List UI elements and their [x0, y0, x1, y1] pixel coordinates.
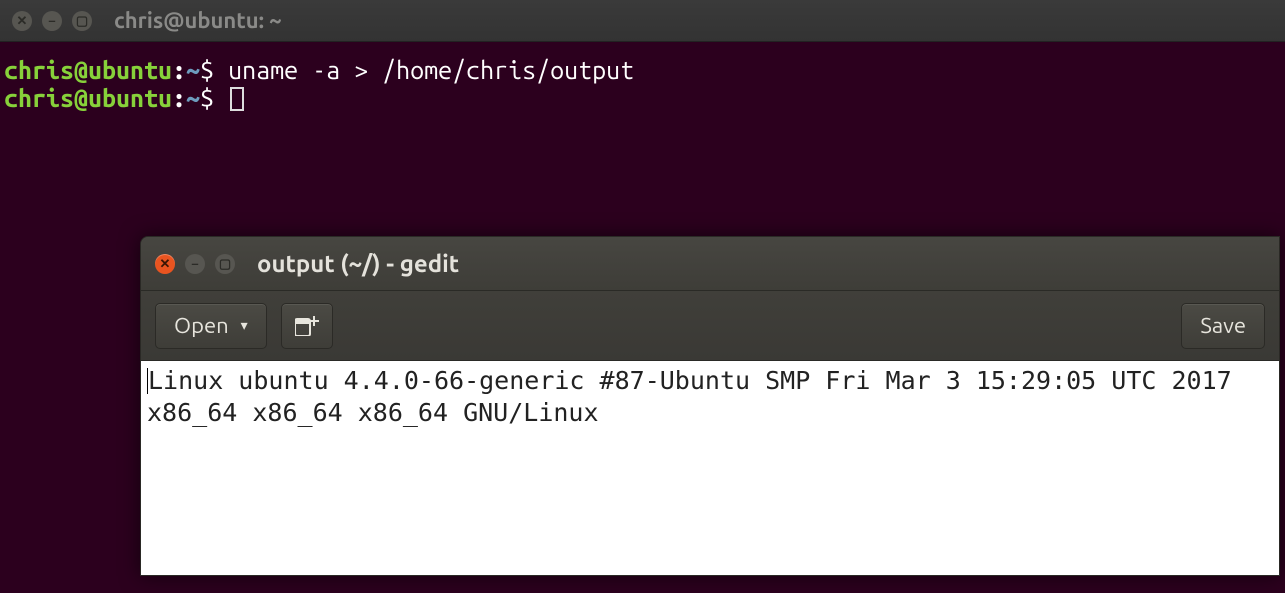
- prompt-sep: :: [172, 56, 186, 84]
- prompt-sep: :: [172, 84, 186, 112]
- gedit-toolbar: Open ▾ Save: [141, 291, 1279, 361]
- prompt-sym: $: [200, 56, 214, 84]
- save-button[interactable]: Save: [1181, 303, 1265, 349]
- close-icon[interactable]: ✕: [155, 254, 175, 274]
- prompt-path: ~: [186, 56, 200, 84]
- new-tab-button[interactable]: [281, 303, 333, 349]
- maximize-icon[interactable]: ▢: [72, 11, 92, 31]
- terminal-command-2: [214, 84, 228, 112]
- open-button-label: Open: [174, 313, 229, 338]
- terminal-cursor: [230, 87, 244, 111]
- close-icon[interactable]: ✕: [12, 11, 32, 31]
- open-button[interactable]: Open ▾: [155, 303, 267, 349]
- prompt-path: ~: [186, 84, 200, 112]
- gedit-text-area[interactable]: Linux ubuntu 4.4.0-66-generic #87-Ubuntu…: [141, 361, 1279, 575]
- gedit-window: ✕ – ▢ output (~/) - gedit Open ▾ Save Li…: [140, 236, 1280, 576]
- chevron-down-icon: ▾: [241, 317, 248, 334]
- prompt-sym: $: [200, 84, 214, 112]
- minimize-icon[interactable]: –: [42, 11, 62, 31]
- gedit-content: Linux ubuntu 4.4.0-66-generic #87-Ubuntu…: [147, 366, 1247, 427]
- gedit-title: output (~/) - gedit: [257, 250, 459, 277]
- minimize-icon[interactable]: –: [185, 254, 205, 274]
- maximize-icon[interactable]: ▢: [215, 254, 235, 274]
- terminal-body[interactable]: chris@ubuntu:~$ uname -a > /home/chris/o…: [0, 42, 1285, 154]
- prompt-user: chris@ubuntu: [4, 56, 172, 84]
- terminal-titlebar[interactable]: ✕ – ▢ chris@ubuntu: ~: [0, 0, 1285, 42]
- new-tab-icon: [295, 316, 319, 336]
- terminal-command-1: uname -a > /home/chris/output: [214, 56, 634, 84]
- gedit-titlebar[interactable]: ✕ – ▢ output (~/) - gedit: [141, 237, 1279, 291]
- save-button-label: Save: [1200, 313, 1246, 338]
- terminal-title: chris@ubuntu: ~: [114, 8, 282, 33]
- prompt-user: chris@ubuntu: [4, 84, 172, 112]
